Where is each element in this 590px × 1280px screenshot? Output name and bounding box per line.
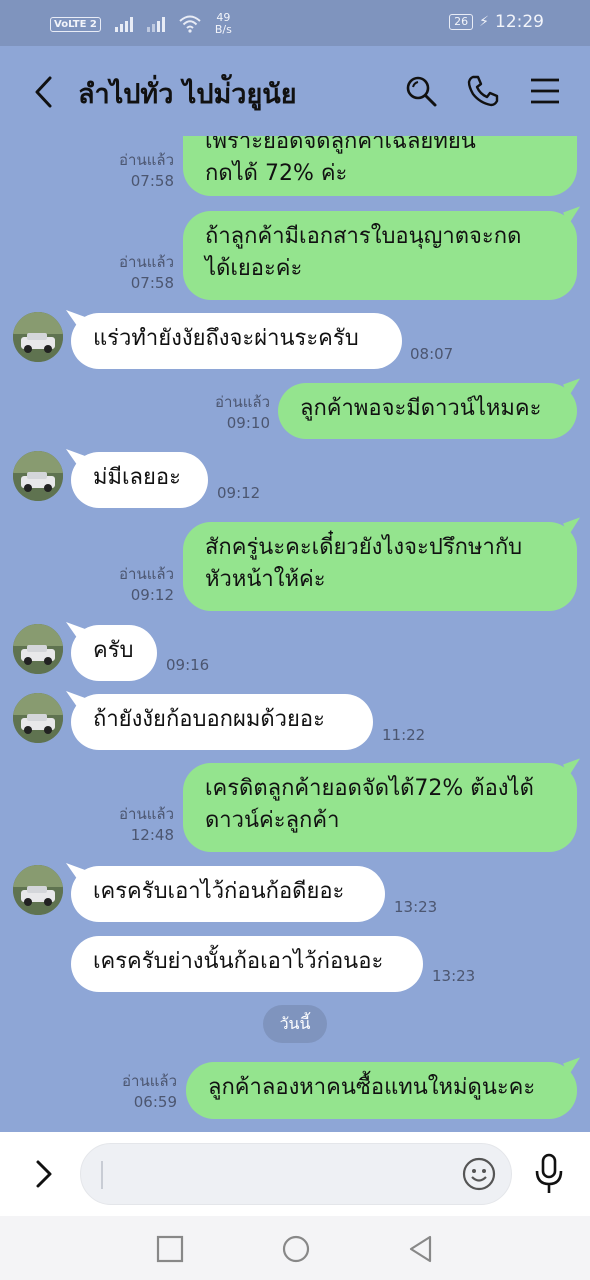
message-text: ครับ bbox=[93, 638, 134, 663]
signal-2-icon bbox=[146, 16, 165, 32]
system-nav-bar bbox=[0, 1216, 590, 1280]
charging-icon: ⚡ bbox=[479, 14, 489, 30]
avatar[interactable] bbox=[13, 451, 63, 501]
message-bubble-incoming[interactable]: เครครับเอาไว้ก่อนก้อดียอะ bbox=[71, 866, 385, 922]
message-time: 09:12 bbox=[217, 484, 261, 502]
net-speed: 49 B/s bbox=[214, 11, 232, 36]
message-text: เครดิตลูกค้ายอดจัดได้72% ต้องได้ bbox=[205, 776, 534, 801]
message-text: ม่มีเลยอะ bbox=[93, 465, 181, 490]
chat-area[interactable]: เพราะยอดจัดลูกค้าเฉลี่ยที่ยื่น กดได้ 72%… bbox=[0, 136, 590, 1132]
message-bubble-incoming[interactable]: ม่มีเลยอะ bbox=[71, 452, 208, 508]
message-meta: อ่านแล้ว 06:59 bbox=[122, 1072, 177, 1111]
message-time: 13:23 bbox=[432, 967, 476, 985]
home-icon[interactable] bbox=[281, 1234, 311, 1264]
message-text: ถ้ายังงัยก้อบอกผมด้วยอะ bbox=[93, 707, 325, 732]
back-icon[interactable] bbox=[30, 74, 58, 110]
menu-icon[interactable] bbox=[528, 74, 562, 108]
avatar[interactable] bbox=[13, 693, 63, 743]
message-bubble-incoming[interactable]: แร่วทำยังงัยถึงจะผ่านระครับ bbox=[71, 313, 402, 369]
message-text: เพราะยอดจัดลูกค้าเฉลี่ยที่ยื่น bbox=[205, 136, 476, 154]
message-time: 11:22 bbox=[382, 726, 426, 744]
wifi-icon bbox=[179, 15, 201, 33]
message-meta: อ่านแล้ว 07:58 bbox=[119, 151, 174, 190]
battery-indicator: 26 bbox=[449, 14, 474, 30]
message-time: 08:07 bbox=[410, 345, 454, 363]
avatar[interactable] bbox=[13, 624, 63, 674]
message-meta: อ่านแล้ว 09:12 bbox=[119, 565, 174, 604]
date-separator: วันนี้ bbox=[263, 1005, 327, 1043]
message-bubble-outgoing[interactable]: ลูกค้าพอจะมีดาวน์ไหมคะ bbox=[278, 383, 577, 439]
message-input[interactable] bbox=[80, 1143, 512, 1205]
message-bubble-outgoing[interactable]: เครดิตลูกค้ายอดจัดได้72% ต้องได้ ดาวน์ค่… bbox=[183, 763, 577, 852]
message-text: เครครับเอาไว้ก่อนก้อดียอะ bbox=[93, 879, 345, 904]
message-time: 13:23 bbox=[394, 898, 438, 916]
status-bar: VoLTE 2 49 B/s 26 ⚡ 12:29 bbox=[0, 0, 590, 46]
recent-apps-icon[interactable] bbox=[155, 1234, 185, 1264]
message-meta: อ่านแล้ว 12:48 bbox=[119, 805, 174, 844]
microphone-icon[interactable] bbox=[533, 1152, 565, 1196]
back-nav-icon[interactable] bbox=[406, 1234, 436, 1264]
message-text: ถ้าลูกค้ามีเอกสารใบอนุญาตจะกด bbox=[205, 224, 522, 249]
message-text: ได้เยอะค่ะ bbox=[205, 256, 303, 281]
message-text: สักครู่นะคะเดี๋ยวยังไงจะปรึกษากับ bbox=[205, 535, 523, 560]
message-meta: อ่านแล้ว 09:10 bbox=[215, 393, 270, 432]
message-bubble-outgoing[interactable]: ถ้าลูกค้ามีเอกสารใบอนุญาตจะกด ได้เยอะค่ะ bbox=[183, 211, 577, 300]
message-bubble-outgoing[interactable]: เพราะยอดจัดลูกค้าเฉลี่ยที่ยื่น กดได้ 72%… bbox=[183, 136, 577, 196]
chat-title: ลำไปทั่ว ไปม่ัวยูนัย bbox=[78, 79, 297, 110]
message-meta: อ่านแล้ว 07:58 bbox=[119, 253, 174, 292]
message-text: หัวหน้าให้ค่ะ bbox=[205, 567, 326, 592]
message-bubble-incoming[interactable]: ครับ bbox=[71, 625, 157, 681]
search-icon[interactable] bbox=[404, 74, 438, 108]
avatar[interactable] bbox=[13, 312, 63, 362]
message-bubble-incoming[interactable]: เครครับย่างนั้นก้อเอาไว้ก่อนอะ bbox=[71, 936, 423, 992]
expand-icon[interactable] bbox=[30, 1154, 58, 1194]
phone-icon[interactable] bbox=[466, 74, 500, 108]
message-text: เครครับย่างนั้นก้อเอาไว้ก่อนอะ bbox=[93, 949, 384, 974]
emoji-icon[interactable] bbox=[462, 1157, 496, 1191]
message-text: ลูกค้าลองหาคนซื้อแทนใหม่ดูนะคะ bbox=[208, 1075, 536, 1100]
message-text: แร่วทำยังงัยถึงจะผ่านระครับ bbox=[93, 326, 359, 351]
message-text: ดาวน์ค่ะลูกค้า bbox=[205, 808, 340, 833]
message-bubble-outgoing[interactable]: สักครู่นะคะเดี๋ยวยังไงจะปรึกษากับ หัวหน้… bbox=[183, 522, 577, 611]
input-bar bbox=[0, 1132, 590, 1216]
avatar[interactable] bbox=[13, 865, 63, 915]
message-text: ลูกค้าพอจะมีดาวน์ไหมคะ bbox=[300, 396, 542, 421]
clock: 12:29 bbox=[495, 12, 544, 32]
message-time: 09:16 bbox=[166, 656, 210, 674]
signal-icon bbox=[114, 16, 133, 32]
message-text: กดได้ 72% ค่ะ bbox=[205, 161, 348, 186]
message-bubble-outgoing[interactable]: ลูกค้าลองหาคนซื้อแทนใหม่ดูนะคะ bbox=[186, 1062, 577, 1119]
message-bubble-incoming[interactable]: ถ้ายังงัยก้อบอกผมด้วยอะ bbox=[71, 694, 373, 750]
chat-header: ลำไปทั่ว ไปม่ัวยูนัย bbox=[0, 46, 590, 136]
text-cursor bbox=[101, 1161, 103, 1189]
volte-badge: VoLTE 2 bbox=[50, 16, 101, 32]
